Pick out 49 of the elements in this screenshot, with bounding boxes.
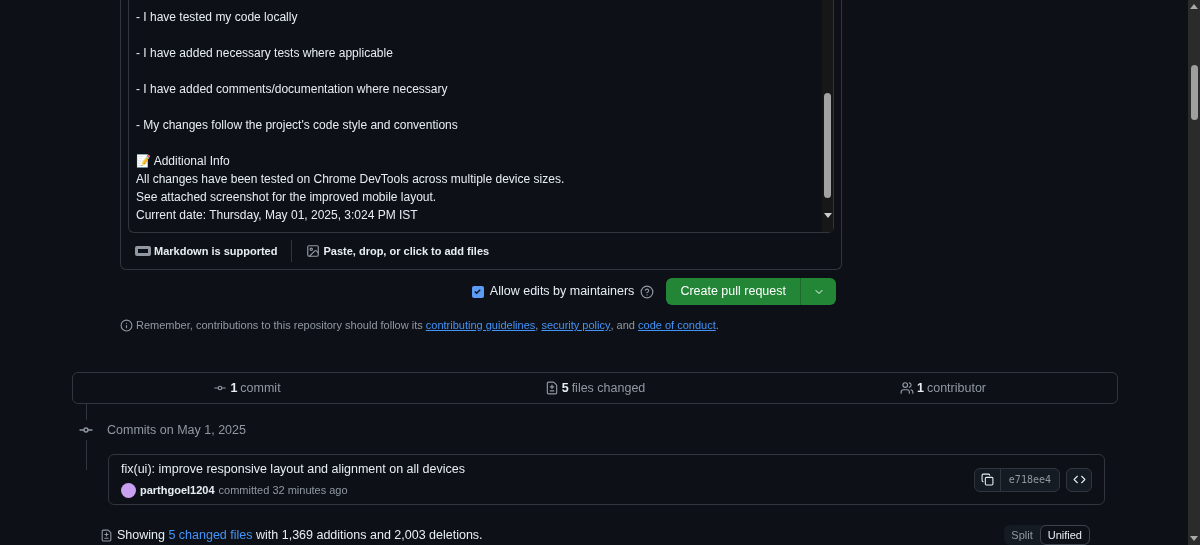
commit-author[interactable]: parthgoel1204: [140, 482, 215, 499]
summary-link[interactable]: 5 files changed: [544, 378, 646, 398]
image-icon: [306, 244, 321, 258]
changed-files-link[interactable]: 5 changed files: [168, 525, 253, 545]
markdown-icon: [135, 246, 151, 256]
attach-files-button[interactable]: Paste, drop, or click to add files: [323, 242, 490, 260]
description-text: See attached screenshot for the improved mobile layout.: [136, 189, 438, 206]
view-tab[interactable]: Split: [1004, 525, 1040, 545]
view-tab[interactable]: Unified: [1039, 525, 1090, 545]
description-text: - My changes follow the project's code style and conventions: [136, 117, 459, 134]
description-text: 📝 Additional Info: [136, 153, 231, 170]
help-icon[interactable]: [640, 284, 655, 299]
scroll-down-icon[interactable]: [823, 213, 832, 218]
scrollbar-thumb[interactable]: [1190, 65, 1198, 120]
allow-edits-checkbox[interactable]: [471, 285, 484, 298]
showing-text: with 1,369 additions and 2,003 deletions.: [255, 526, 483, 544]
notice-text: Remember, contributions to this repository should follow its: [136, 318, 424, 333]
commit-message[interactable]: fix(ui): improve responsive layout and alignment on all devices: [121, 460, 974, 480]
notice-link[interactable]: code of conduct: [638, 317, 716, 334]
showing-text: Showing: [117, 526, 166, 544]
textarea-scrollbar[interactable]: [822, 0, 833, 232]
markdown-hint[interactable]: Markdown is supported: [154, 242, 278, 260]
create-pull-request-button[interactable]: Create pull request: [666, 278, 801, 305]
scrollbar-thumb[interactable]: [824, 93, 831, 198]
summary-link[interactable]: 1 contributor: [900, 378, 986, 398]
description-text: All changes have been tested on Chrome DevTools across multiple device sizes.: [136, 171, 566, 188]
description-text: Current date: Thursday, May 01, 2025, 3:024 PM IST: [136, 207, 419, 224]
scroll-down-icon[interactable]: [1190, 536, 1198, 541]
contributor-icon: [900, 380, 914, 395]
allow-edits-label: Allow edits by maintainers: [489, 283, 635, 301]
code-icon: [1072, 473, 1086, 486]
notice-text: ,: [535, 318, 540, 333]
description-text: - I have added comments/documentation where necessary: [136, 81, 449, 98]
info-icon: [120, 318, 133, 332]
files-icon: [544, 380, 559, 395]
notice-link[interactable]: security policy: [541, 317, 611, 334]
copy-icon: [980, 473, 994, 486]
commit-meta: committed 32 minutes ago: [218, 483, 348, 499]
browse-code-button[interactable]: [1066, 467, 1092, 492]
avatar-icon: [121, 482, 136, 498]
notice-text: .: [715, 318, 720, 333]
notice-text: , and: [610, 318, 636, 333]
description-text: - I have added necessary tests where applicable: [136, 45, 394, 62]
summary-link[interactable]: 1 commit: [213, 378, 281, 398]
page-scrollbar[interactable]: [1188, 0, 1200, 545]
file-diff-icon: [100, 528, 113, 542]
scroll-up-icon[interactable]: [1190, 4, 1198, 9]
commits-heading: Commits on May 1, 2025: [107, 422, 247, 440]
description-text: - I have tested my code locally: [136, 9, 299, 26]
